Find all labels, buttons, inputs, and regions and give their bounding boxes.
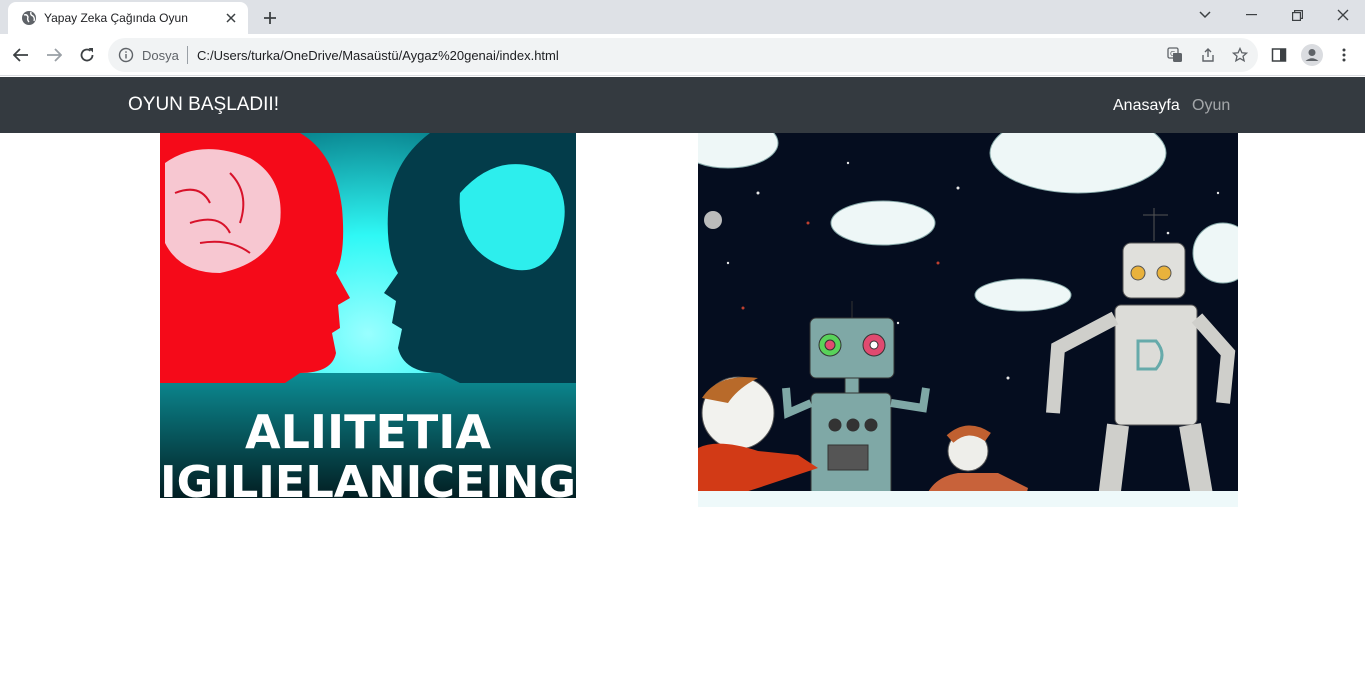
forward-icon[interactable] [41,42,67,68]
navbar-brand[interactable]: OYUN BAŞLADII! [128,94,279,116]
tab-search-icon[interactable] [1182,0,1228,30]
new-tab-button[interactable] [258,6,282,30]
robots-children-image [698,133,1238,507]
translate-icon[interactable]: G [1166,46,1184,64]
reload-icon[interactable] [74,42,100,68]
side-panel-icon[interactable] [1270,46,1288,64]
browser-toolbar: Dosya C:/Users/turka/OneDrive/Masaüstü/A… [0,34,1365,76]
bookmark-star-icon[interactable] [1231,46,1249,64]
globe-icon [21,10,37,26]
share-icon[interactable] [1199,46,1217,64]
address-bar[interactable]: Dosya C:/Users/turka/OneDrive/Masaüstü/A… [108,38,1258,72]
poster-text-line-1: ALIITETIA [245,405,491,459]
omnibox-divider [187,46,188,64]
browser-tab[interactable]: Yapay Zeka Çağında Oyun [8,2,248,34]
minimize-icon[interactable] [1228,0,1274,30]
restore-icon[interactable] [1274,0,1320,30]
ai-heads-poster-image: ALIITETIA IGILIELANICEING [160,133,576,498]
tab-title: Yapay Zeka Çağında Oyun [44,11,188,25]
more-menu-icon[interactable] [1335,46,1353,64]
url-text[interactable]: C:/Users/turka/OneDrive/Masaüstü/Aygaz%2… [197,48,559,63]
back-icon[interactable] [8,42,34,68]
nav-link-oyun[interactable]: Oyun [1192,97,1230,115]
svg-text:G: G [1170,50,1175,58]
security-label: Dosya [142,48,179,63]
close-tab-icon[interactable] [223,10,239,26]
close-window-icon[interactable] [1320,0,1365,30]
poster-text-line-2: IGILIELANICEING [160,457,576,498]
browser-tabstrip: Yapay Zeka Çağında Oyun [0,0,1365,34]
info-icon[interactable] [118,47,134,63]
profile-avatar-icon[interactable] [1301,44,1323,66]
nav-link-anasayfa[interactable]: Anasayfa [1113,97,1180,115]
site-navbar: OYUN BAŞLADII! Anasayfa Oyun [0,77,1365,133]
